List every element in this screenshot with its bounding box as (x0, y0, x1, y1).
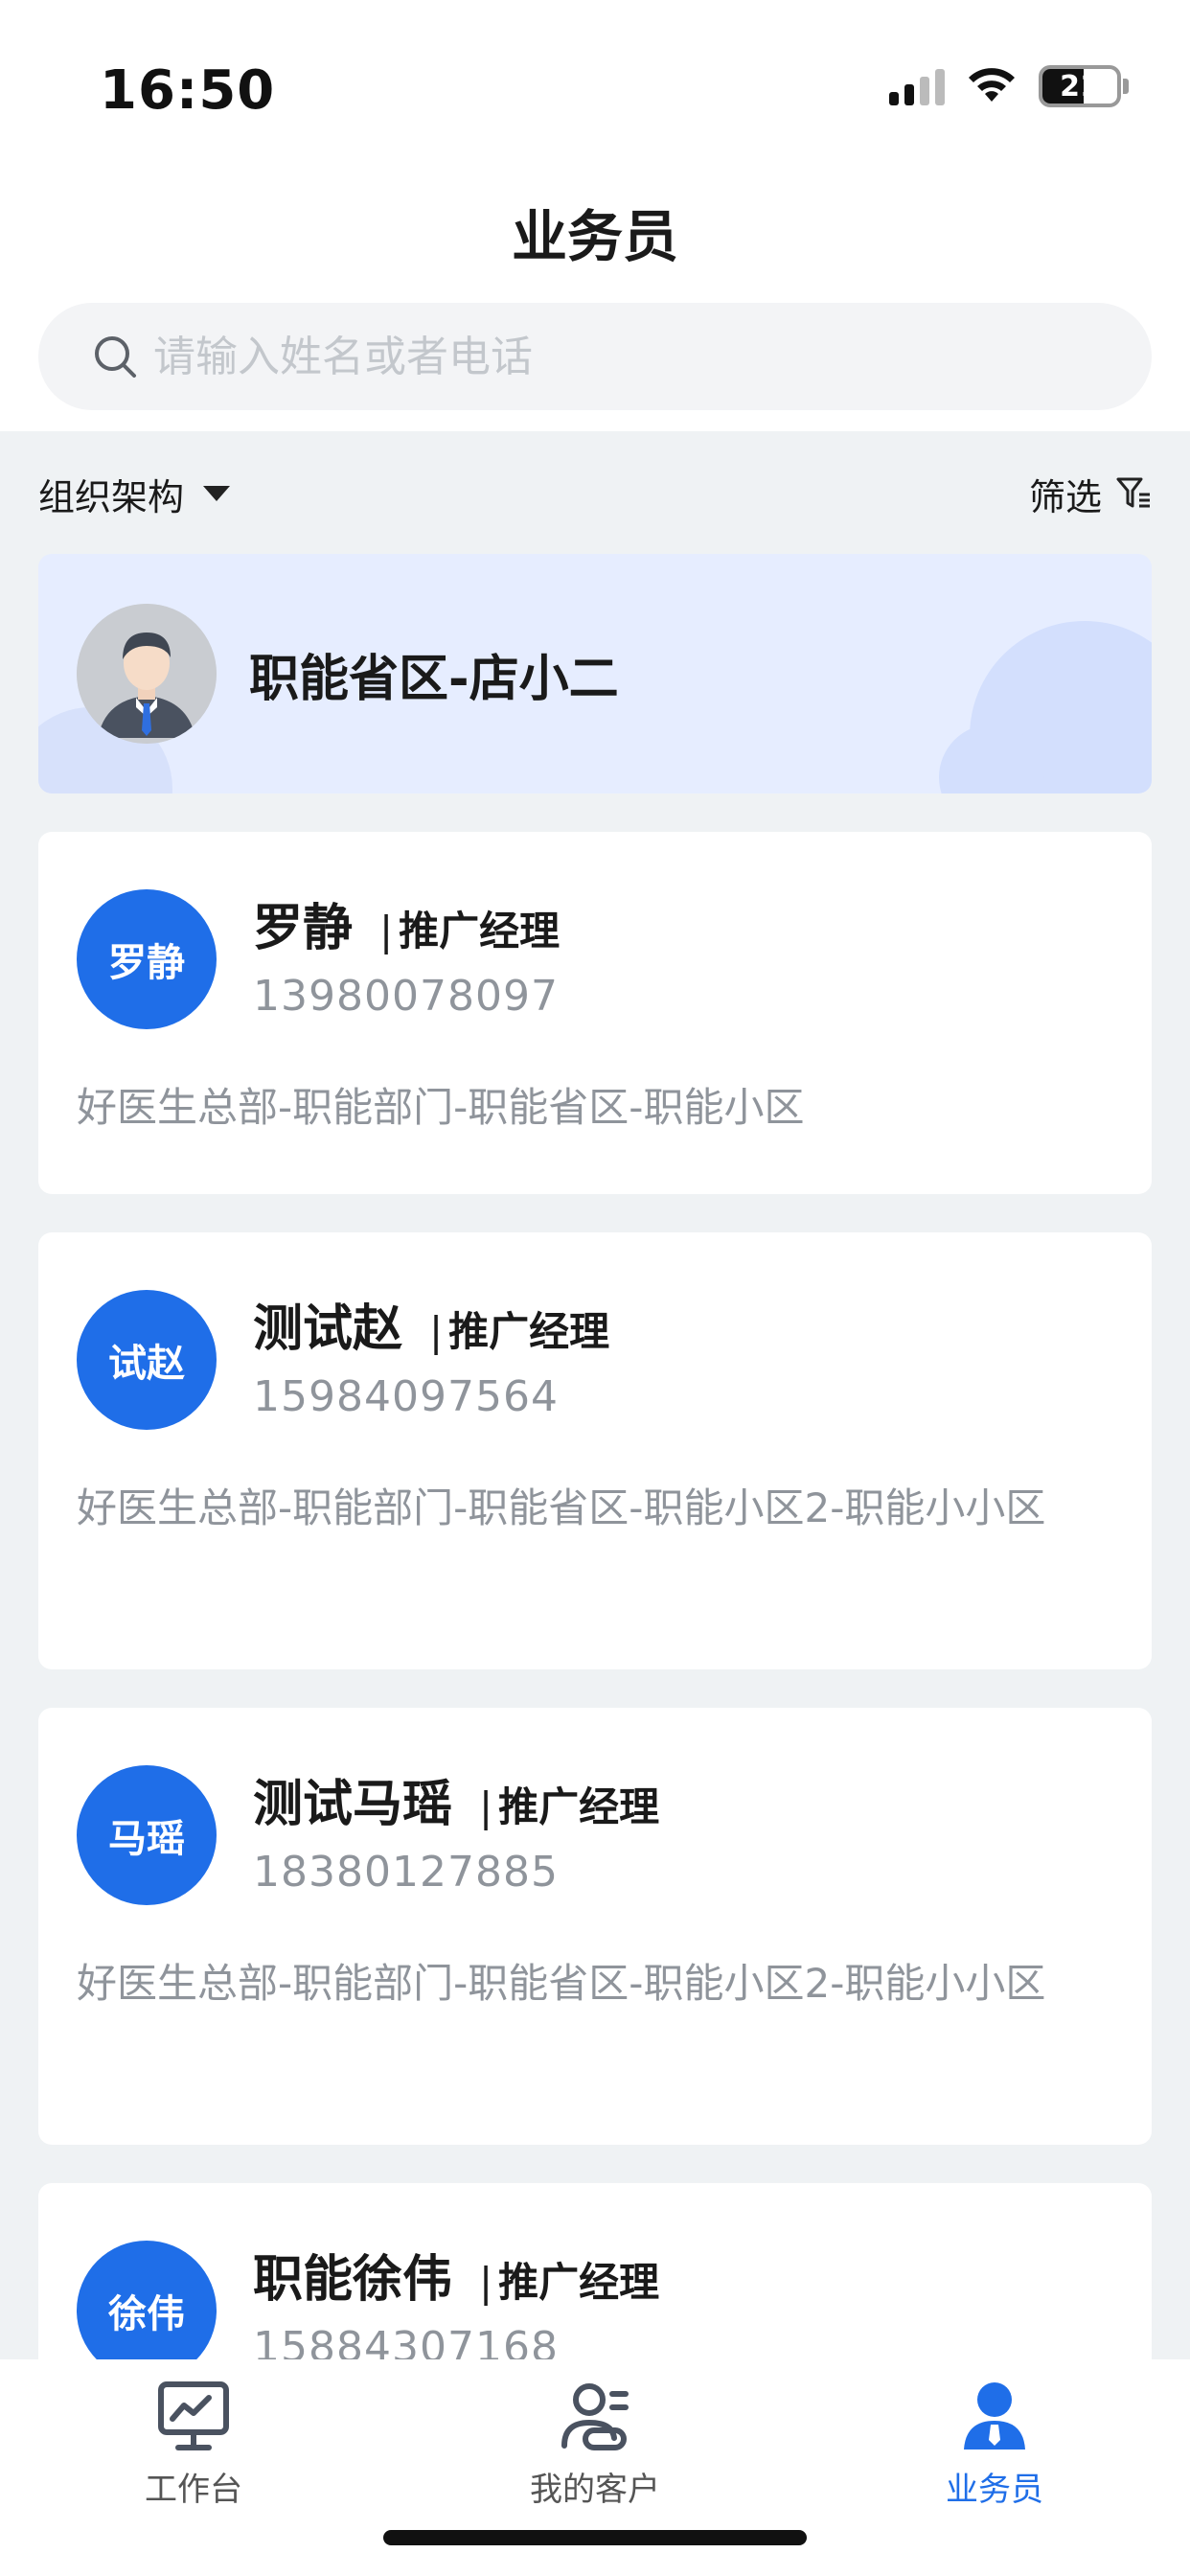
tab-salesperson[interactable]: 业务员 (851, 2379, 1138, 2510)
status-time: 16:50 (100, 59, 276, 122)
staff-separator: | (429, 1308, 444, 1355)
staff-name-line: 职能徐伟 | 推广经理 (253, 2239, 659, 2311)
staff-phone[interactable]: 18380127885 (253, 1848, 559, 1897)
search-bar[interactable] (38, 303, 1152, 410)
staff-org-path: 好医生总部-职能部门-职能省区-职能小区2-职能小小区 (77, 1484, 1046, 1531)
staff-phone[interactable]: 13980078097 (253, 972, 559, 1021)
staff-name-line: 罗静 | 推广经理 (253, 887, 560, 959)
staff-role: 推广经理 (498, 1783, 660, 1830)
search-icon (95, 336, 136, 378)
customer-icon (561, 2383, 629, 2450)
staff-name-line: 测试赵 | 推广经理 (253, 1288, 609, 1360)
filter-button[interactable]: 筛选 (1029, 468, 1152, 520)
staff-name-line: 测试马瑶 | 推广经理 (253, 1763, 659, 1835)
org-structure-label: 组织架构 (38, 475, 185, 518)
staff-name: 测试赵 (253, 1300, 403, 1358)
page-title: 业务员 (511, 204, 678, 269)
staff-name: 职能徐伟 (253, 2251, 453, 2309)
org-structure-dropdown[interactable]: 组织架构 (38, 468, 231, 520)
tab-label: 我的客户 (530, 2471, 660, 2509)
staff-name: 罗静 (253, 900, 354, 957)
manager-avatar (77, 604, 217, 744)
staff-avatar-badge: 马瑶 (77, 1765, 217, 1905)
salesperson-icon (964, 2382, 1025, 2450)
tab-label: 工作台 (145, 2471, 242, 2509)
staff-org-path: 好医生总部-职能部门-职能省区-职能小区 (77, 1084, 805, 1131)
cellular-signal-icon (889, 67, 945, 105)
wifi-icon (969, 68, 1015, 102)
staff-card[interactable]: 马瑶 测试马瑶 | 推广经理 18380127885 好医生总部-职能部门-职能… (38, 1708, 1152, 2145)
tab-workbench[interactable]: 工作台 (50, 2379, 337, 2510)
caret-down-icon (203, 486, 231, 501)
staff-role: 推广经理 (448, 1308, 610, 1355)
staff-role: 推广经理 (498, 2259, 660, 2306)
staff-separator: | (479, 1783, 493, 1830)
search-input[interactable] (153, 332, 1016, 381)
filter-label: 筛选 (1028, 475, 1102, 518)
manager-banner[interactable]: 职能省区-店小二 (38, 554, 1152, 794)
staff-avatar-badge: 罗静 (77, 889, 217, 1029)
filter-icon (1116, 477, 1150, 508)
staff-card[interactable]: 罗静 罗静 | 推广经理 13980078097 好医生总部-职能部门-职能省区… (38, 832, 1152, 1194)
monitor-chart-icon (158, 2381, 229, 2450)
staff-separator: | (479, 2259, 493, 2306)
tab-label: 业务员 (946, 2471, 1043, 2509)
staff-separator: | (379, 908, 394, 954)
filter-row: 组织架构 筛选 (0, 431, 1190, 556)
staff-name: 测试马瑶 (253, 1776, 453, 1833)
battery-percent: 21 (1060, 69, 1100, 104)
top-header: 16:50 21 业务员 (0, 0, 1190, 431)
home-indicator (383, 2530, 807, 2545)
tab-my-customers[interactable]: 我的客户 (451, 2379, 739, 2510)
status-icons: 21 (889, 65, 1129, 107)
manager-name: 职能省区-店小二 (249, 650, 619, 708)
staff-phone[interactable]: 15984097564 (253, 1372, 559, 1421)
staff-role: 推广经理 (399, 908, 561, 954)
staff-avatar-badge: 试赵 (77, 1290, 217, 1430)
staff-card[interactable]: 试赵 测试赵 | 推广经理 15984097564 好医生总部-职能部门-职能省… (38, 1232, 1152, 1669)
staff-org-path: 好医生总部-职能部门-职能省区-职能小区2-职能小小区 (77, 1960, 1046, 2007)
battery-icon: 21 (1039, 65, 1129, 107)
